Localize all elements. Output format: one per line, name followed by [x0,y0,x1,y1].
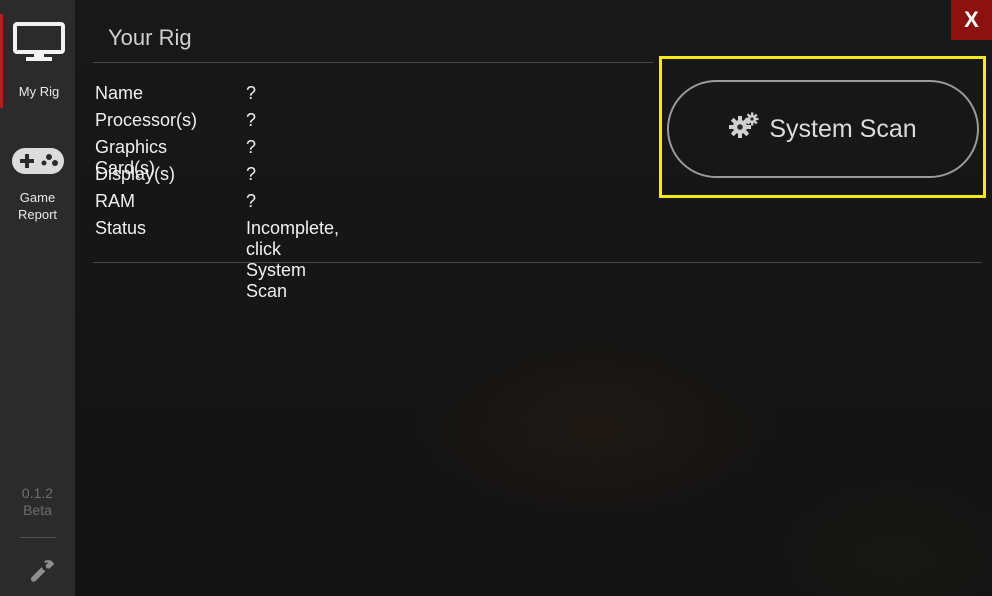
system-scan-button[interactable]: System Scan [667,80,979,178]
page-title: Your Rig [108,25,192,50]
section-divider [93,262,982,263]
sidebar-item-my-rig[interactable]: My Rig [0,14,75,108]
title-divider [93,62,653,63]
rig-value: ? [246,191,257,211]
sidebar-item-label: Game Report [17,190,58,222]
sidebar-item-label: My Rig [18,84,60,99]
rig-label: Status [95,218,147,238]
gears-icon [729,112,769,147]
rig-label: RAM [95,191,135,211]
version-tag: Beta [23,502,52,518]
sidebar: My Rig Game Report 0.1.2 Beta [0,0,75,596]
rig-value: ? [246,137,257,157]
rig-label: Display(s) [95,164,176,184]
rig-value: ? [246,83,257,103]
version-info: 0.1.2 Beta [0,485,75,519]
wrench-icon[interactable] [30,560,55,584]
close-button[interactable]: X [951,0,992,40]
rig-value: ? [246,164,257,184]
sidebar-item-game-report[interactable]: Game Report [0,146,75,226]
rig-label: Processor(s) [95,110,198,130]
status-value: Incomplete, click System Scan [246,218,340,301]
rig-label: Name [95,83,144,103]
system-scan-label: System Scan [769,114,917,143]
gamepad-icon [0,146,75,181]
version-number: 0.1.2 [21,485,54,501]
monitor-icon [3,22,75,67]
sidebar-divider [20,537,56,538]
rig-value: ? [246,110,257,130]
